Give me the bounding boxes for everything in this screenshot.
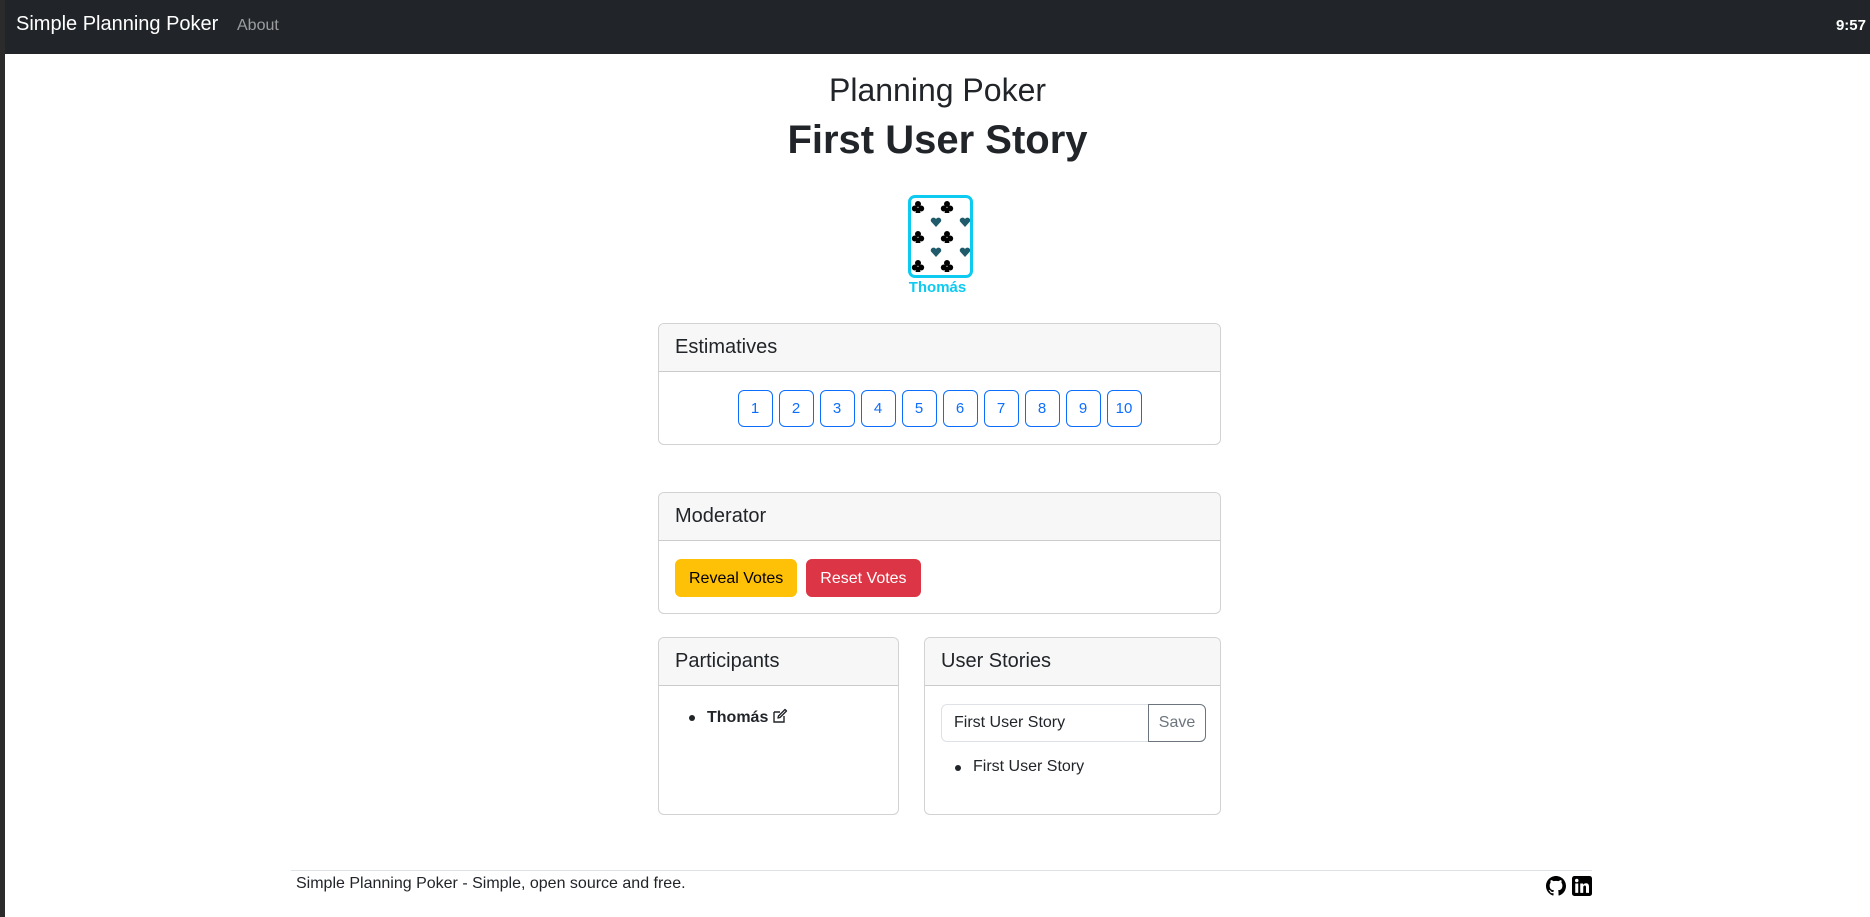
bullet bbox=[689, 715, 695, 721]
footer-text: Simple Planning Poker - Simple, open sou… bbox=[296, 875, 686, 892]
estimate-button-8[interactable]: 8 bbox=[1024, 390, 1060, 427]
current-story-title: First User Story bbox=[787, 118, 1088, 162]
estimate-button-9[interactable]: 9 bbox=[1065, 390, 1101, 427]
nav-about-link[interactable]: About bbox=[237, 17, 279, 35]
player-card bbox=[908, 195, 973, 278]
user-stories-card: User Stories Save First User Story bbox=[924, 637, 1221, 815]
story-input[interactable] bbox=[941, 704, 1151, 742]
estimate-button-4[interactable]: 4 bbox=[860, 390, 896, 427]
estimate-button-6[interactable]: 6 bbox=[942, 390, 978, 427]
estimate-buttons: 1 2 3 4 5 6 7 8 9 10 bbox=[659, 390, 1220, 427]
participants-card: Participants Thomás bbox=[658, 637, 899, 815]
moderator-header: Moderator bbox=[659, 493, 1220, 541]
estimate-button-2[interactable]: 2 bbox=[778, 390, 814, 427]
user-stories-header: User Stories bbox=[925, 638, 1220, 686]
edit-icon[interactable] bbox=[772, 708, 788, 729]
estimatives-card: Estimatives 1 2 3 4 5 6 7 8 9 10 bbox=[658, 323, 1221, 445]
estimatives-header: Estimatives bbox=[659, 324, 1220, 372]
clock: 9:57 bbox=[1835, 17, 1866, 34]
estimate-button-1[interactable]: 1 bbox=[737, 390, 773, 427]
participants-list: Thomás bbox=[689, 708, 788, 729]
estimate-button-7[interactable]: 7 bbox=[983, 390, 1019, 427]
moderator-actions: Reveal Votes Reset Votes bbox=[675, 559, 930, 597]
reset-votes-button[interactable]: Reset Votes bbox=[806, 559, 921, 597]
participant-item: Thomás bbox=[689, 708, 788, 729]
github-icon[interactable] bbox=[1546, 876, 1566, 896]
brand-link[interactable]: Simple Planning Poker bbox=[16, 13, 218, 36]
reveal-votes-button[interactable]: Reveal Votes bbox=[675, 559, 798, 597]
user-stories-list: First User Story bbox=[955, 758, 1085, 776]
estimate-button-10[interactable]: 10 bbox=[1106, 390, 1142, 427]
moderator-card: Moderator Reveal Votes Reset Votes bbox=[658, 492, 1221, 614]
player-name: Thomás bbox=[908, 279, 967, 296]
navbar: Simple Planning Poker About 9:57 bbox=[5, 0, 1870, 54]
card-pattern bbox=[911, 201, 970, 272]
linkedin-icon[interactable] bbox=[1572, 876, 1592, 896]
user-story-item[interactable]: First User Story bbox=[955, 758, 1085, 776]
participants-header: Participants bbox=[659, 638, 898, 686]
estimate-button-5[interactable]: 5 bbox=[901, 390, 937, 427]
page-title: Planning Poker bbox=[828, 72, 1047, 108]
footer: Simple Planning Poker - Simple, open sou… bbox=[291, 870, 1592, 896]
estimate-button-3[interactable]: 3 bbox=[819, 390, 855, 427]
bullet bbox=[955, 765, 961, 771]
participant-name: Thomás bbox=[707, 709, 769, 726]
user-story-label: First User Story bbox=[973, 758, 1085, 775]
story-form: Save bbox=[941, 704, 1206, 742]
footer-icons bbox=[1540, 876, 1592, 896]
save-story-button[interactable]: Save bbox=[1148, 704, 1206, 742]
page: Simple Planning Poker About 9:57 Plannin… bbox=[5, 0, 1870, 917]
